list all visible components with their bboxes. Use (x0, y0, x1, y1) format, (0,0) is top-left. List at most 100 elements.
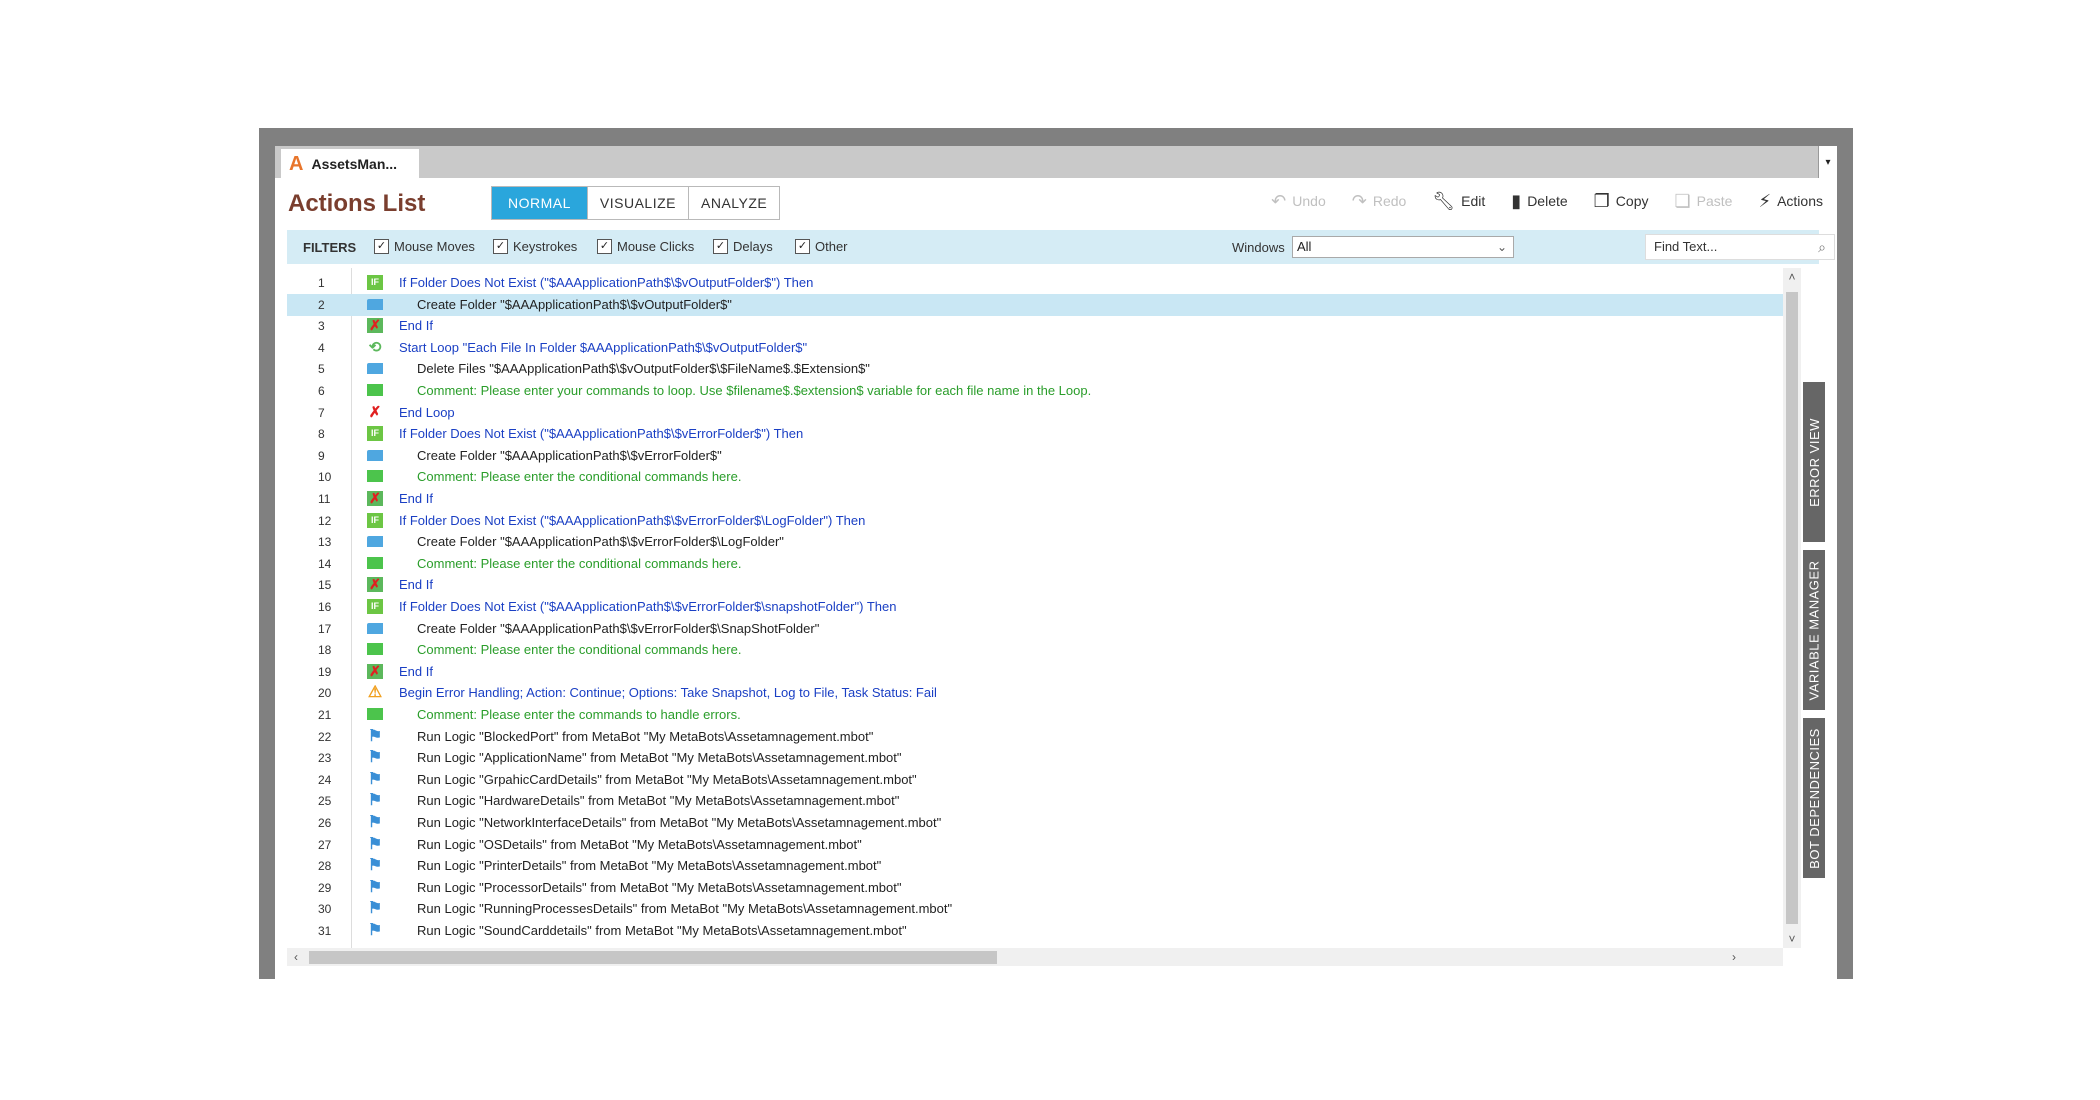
action-row[interactable]: 10 Comment: Please enter the conditional … (287, 466, 1783, 488)
undo-button[interactable]: ↶ Undo (1271, 192, 1326, 210)
action-row[interactable]: 24 ⚑ Run Logic "GrpahicCardDetails" from M… (287, 769, 1783, 791)
action-text: Delete Files "$AAApplicationPath$\$vOutp… (417, 361, 870, 377)
action-text: Run Logic "SoundCarddetails" from MetaBo… (417, 923, 907, 938)
filter-mouse-clicks-checkbox[interactable]: ✓ Mouse Clicks (597, 239, 694, 254)
tab-list-dropdown-icon[interactable]: ▾ (1818, 146, 1837, 178)
windows-select-value: All (1297, 239, 1312, 254)
paste-button[interactable]: ❏ Paste (1674, 192, 1732, 210)
document-tab[interactable]: A AssetsMan... (281, 149, 419, 178)
if-icon: IF (367, 426, 383, 442)
wrench-icon: 🔧︎ (1432, 191, 1456, 211)
search-icon[interactable]: ⌕ (1818, 235, 1826, 259)
action-row[interactable]: 11 ✗ End If (287, 488, 1783, 510)
tab-variable-manager[interactable]: VARIABLE MANAGER (1803, 550, 1825, 710)
chevron-down-icon: ⌄ (1496, 240, 1507, 254)
line-number: 25 (318, 794, 332, 809)
tab-bot-dependencies[interactable]: BOT DEPENDENCIES (1803, 718, 1825, 878)
folder-icon (367, 536, 383, 548)
action-row[interactable]: 2 Create Folder "$AAApplicationPath$\$vOu… (287, 293, 1783, 316)
copy-button[interactable]: ❐ Copy (1594, 192, 1649, 210)
action-row[interactable]: 16 IF If Folder Does Not Exist ("$AAApplic… (287, 596, 1783, 618)
filters-bar: FILTERS ✓ Mouse Moves ✓ Keystrokes ✓ Mouse … (287, 230, 1835, 264)
action-row[interactable]: 14 Comment: Please enter the conditional … (287, 553, 1783, 575)
horizontal-scroll-thumb[interactable] (309, 951, 997, 964)
actions-list-header: Actions List NORMAL VISUALIZE ANALYZE ↶ U… (275, 178, 1837, 226)
end-loop-icon: ✗ (368, 403, 382, 421)
checkmark-icon: ✓ (713, 239, 728, 254)
delete-button[interactable]: ▮ Delete (1511, 192, 1567, 210)
action-row[interactable]: 27 ⚑ Run Logic "OSDetails" from MetaBot "M… (287, 834, 1783, 856)
line-number: 26 (318, 816, 332, 830)
actions-button[interactable]: ⚡︎ Actions (1758, 192, 1823, 210)
action-row[interactable]: 17 Create Folder "$AAApplicationPath$\$vE… (287, 618, 1783, 640)
action-row[interactable]: 20 ⚠ Begin Error Handling; Action: Continu… (287, 682, 1783, 704)
metabot-logic-icon: ⚑ (367, 749, 383, 767)
line-number: 23 (318, 751, 332, 766)
filter-other-checkbox[interactable]: ✓ Other (795, 239, 848, 254)
scroll-up-icon[interactable]: ˄ (1783, 268, 1801, 286)
action-row[interactable]: 19 ✗ End If (287, 661, 1783, 683)
action-row[interactable]: 13 Create Folder "$AAApplicationPath$\$vE… (287, 531, 1783, 553)
action-row[interactable]: 31 ⚑ Run Logic "SoundCarddetails" from Met… (287, 920, 1783, 942)
filter-keystrokes-checkbox[interactable]: ✓ Keystrokes (493, 239, 577, 254)
windows-select[interactable]: All ⌄ (1292, 236, 1514, 258)
action-row[interactable]: 23 ⚑ Run Logic "ApplicationName" from Meta… (287, 747, 1783, 769)
action-row[interactable]: 7 ✗ End Loop (287, 402, 1783, 424)
vertical-scroll-thumb[interactable] (1786, 292, 1798, 924)
scroll-down-icon[interactable]: ˅ (1783, 930, 1801, 948)
action-row[interactable]: 8 IF If Folder Does Not Exist ("$AAApplica… (287, 423, 1783, 445)
scroll-left-icon[interactable]: ‹ (287, 948, 305, 966)
filter-delays-checkbox[interactable]: ✓ Delays (713, 239, 773, 254)
mode-analyze-button[interactable]: ANALYZE (689, 187, 780, 219)
mode-normal-button[interactable]: NORMAL (492, 187, 588, 219)
action-text: Comment: Please enter the conditional co… (417, 555, 742, 571)
line-number: 17 (318, 621, 332, 636)
find-text-input[interactable]: Find Text... ⌕ (1645, 234, 1835, 260)
action-row[interactable]: 15 ✗ End If (287, 574, 1783, 596)
action-text: End Loop (399, 404, 455, 420)
action-text: If Folder Does Not Exist ("$AAApplicatio… (399, 512, 866, 528)
scroll-right-icon[interactable]: › (1725, 948, 1743, 966)
action-row[interactable]: 18 Comment: Please enter the conditional … (287, 639, 1783, 661)
action-text: Create Folder "$AAApplicationPath$\$vErr… (417, 447, 722, 463)
action-row[interactable]: 22 ⚑ Run Logic "BlockedPort" from MetaBot … (287, 726, 1783, 748)
action-row[interactable]: 4 ⟲ Start Loop "Each File In Folder $AAApp… (287, 337, 1783, 359)
action-row[interactable]: 1 IF If Folder Does Not Exist ("$AAApplica… (287, 272, 1783, 294)
action-text: Run Logic "HardwareDetails" from MetaBot… (417, 793, 900, 809)
line-number: 28 (318, 859, 332, 874)
comment-icon (367, 384, 383, 396)
metabot-logic-icon: ⚑ (367, 814, 383, 831)
copy-icon: ❐ (1593, 191, 1610, 211)
action-row[interactable]: 9 Create Folder "$AAApplicationPath$\$vEr… (287, 445, 1783, 467)
metabot-logic-icon: ⚑ (367, 835, 383, 853)
line-number: 4 (318, 340, 325, 355)
vertical-scrollbar[interactable]: ˄ ˅ (1783, 268, 1801, 948)
action-row[interactable]: 6 Comment: Please enter your commands to … (287, 380, 1783, 402)
action-row[interactable]: 21 Comment: Please enter the commands to … (287, 704, 1783, 726)
metabot-logic-icon: ⚑ (367, 922, 383, 939)
action-row[interactable]: 29 ⚑ Run Logic "ProcessorDetails" from Met… (287, 877, 1783, 899)
folder-icon (367, 363, 383, 375)
line-number: 1 (318, 276, 325, 290)
action-row[interactable]: 5 Delete Files "$AAApplicationPath$\$vOut… (287, 358, 1783, 380)
filter-mouse-moves-checkbox[interactable]: ✓ Mouse Moves (374, 239, 475, 254)
action-text: Comment: Please enter the conditional co… (417, 469, 742, 485)
action-row[interactable]: 30 ⚑ Run Logic "RunningProcessesDetails" f… (287, 898, 1783, 920)
action-row[interactable]: 12 IF If Folder Does Not Exist ("$AAApplic… (287, 510, 1783, 532)
horizontal-scrollbar[interactable]: ‹ › (287, 948, 1783, 966)
tab-error-view[interactable]: ERROR VIEW (1803, 382, 1825, 542)
mode-visualize-button[interactable]: VISUALIZE (587, 187, 689, 219)
end-if-icon: ✗ (367, 577, 383, 593)
action-text: Run Logic "GrpahicCardDetails" from Meta… (417, 771, 917, 787)
app-window: A AssetsMan... ▾ Actions List NORMAL VIS… (259, 128, 1853, 979)
action-text: If Folder Does Not Exist ("$AAApplicatio… (399, 426, 804, 442)
action-row[interactable]: 28 ⚑ Run Logic "PrinterDetails" from MetaB… (287, 855, 1783, 877)
edit-button[interactable]: 🔧︎ Edit (1432, 192, 1485, 210)
loop-icon: ⟲ (368, 338, 382, 356)
action-row[interactable]: 26 ⚑ Run Logic "NetworkInterfaceDetails" f… (287, 812, 1783, 834)
line-number: 11 (318, 492, 331, 506)
redo-button[interactable]: ↷ Redo (1352, 192, 1407, 210)
action-row[interactable]: 3 ✗ End If (287, 315, 1783, 337)
action-row[interactable]: 25 ⚑ Run Logic "HardwareDetails" from Meta… (287, 790, 1783, 812)
automation-anywhere-logo-icon: A (289, 152, 304, 175)
